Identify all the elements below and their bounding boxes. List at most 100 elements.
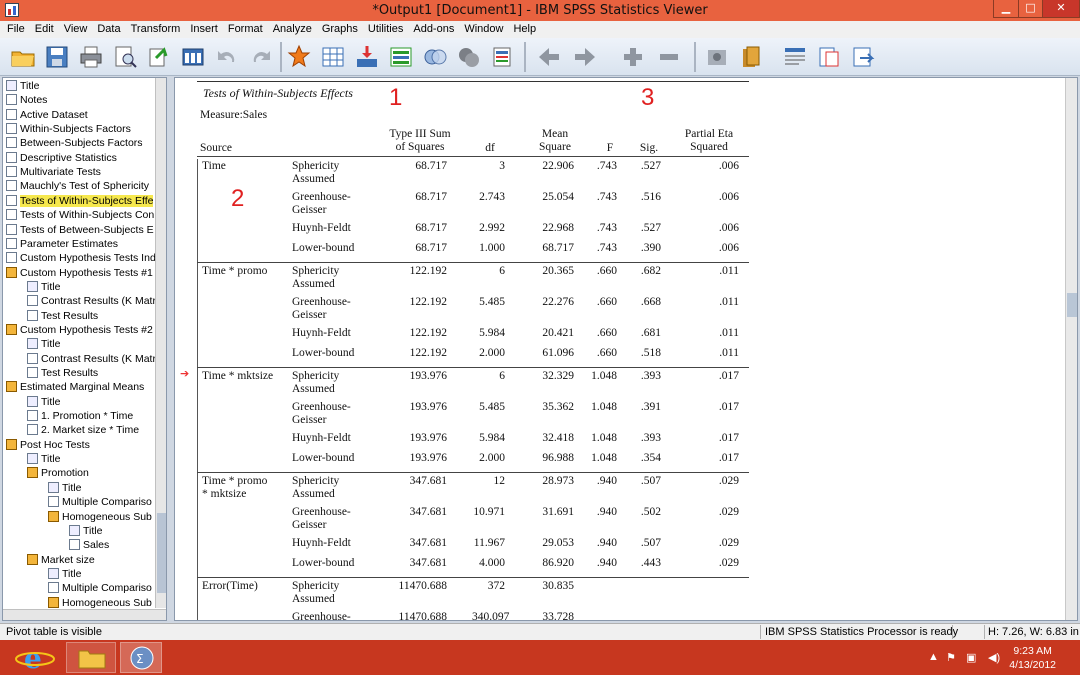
menu-view[interactable]: View xyxy=(61,21,95,38)
variables-icon[interactable] xyxy=(388,44,414,70)
print-preview-icon[interactable] xyxy=(112,44,138,70)
menu-transform[interactable]: Transform xyxy=(128,21,188,38)
outline-item[interactable]: Homogeneous Sub xyxy=(48,596,152,610)
outline-item[interactable]: Custom Hypothesis Tests Ind xyxy=(6,251,156,265)
export-icon[interactable] xyxy=(146,44,172,70)
recall-dialog-icon[interactable] xyxy=(180,44,206,70)
menu-utilities[interactable]: Utilities xyxy=(365,21,410,38)
action-center-flag-icon[interactable]: ⚑ xyxy=(946,651,956,664)
content-scroll-thumb[interactable] xyxy=(1067,293,1077,317)
maximize-button[interactable]: □ xyxy=(1018,0,1043,18)
redo-icon[interactable] xyxy=(248,44,274,70)
menu-data[interactable]: Data xyxy=(94,21,127,38)
outline-item[interactable]: Post Hoc Tests xyxy=(6,438,90,452)
menu-format[interactable]: Format xyxy=(225,21,270,38)
outline-item[interactable]: Test Results xyxy=(27,366,98,380)
save-icon[interactable] xyxy=(44,44,70,70)
hide-icon[interactable] xyxy=(738,44,764,70)
ie-taskbar-button[interactable]: e xyxy=(8,642,60,675)
menu-edit[interactable]: Edit xyxy=(32,21,61,38)
goto-case-icon[interactable] xyxy=(320,44,346,70)
outline-item[interactable]: Active Dataset xyxy=(6,108,88,122)
collapse-icon[interactable] xyxy=(656,44,682,70)
content-pane[interactable]: ➔ Tests of Within-Subjects Effects Measu… xyxy=(174,77,1078,621)
outline-item[interactable]: Tests of Between-Subjects E xyxy=(6,223,154,237)
outline-item[interactable]: Homogeneous Sub xyxy=(48,510,152,524)
insert-title-icon[interactable] xyxy=(816,44,842,70)
content-vertical-scrollbar[interactable] xyxy=(1065,78,1077,620)
forward-icon[interactable] xyxy=(572,44,598,70)
print-icon[interactable] xyxy=(78,44,104,70)
annotation-1: 1 xyxy=(389,84,403,111)
explorer-taskbar-button[interactable] xyxy=(66,642,116,673)
show-all-variables-icon[interactable] xyxy=(456,44,482,70)
network-icon[interactable]: ▣ xyxy=(966,651,976,664)
outline-item[interactable]: Parameter Estimates xyxy=(6,237,118,251)
goto-data-icon[interactable] xyxy=(286,44,312,70)
menu-insert[interactable]: Insert xyxy=(187,21,225,38)
outline-item[interactable]: Within-Subjects Factors xyxy=(6,122,131,136)
show-icon[interactable] xyxy=(704,44,730,70)
value-ms: 35.362 xyxy=(542,401,574,413)
outline-item[interactable]: Title xyxy=(27,337,60,351)
insert-text-icon[interactable] xyxy=(850,44,876,70)
undo-icon[interactable] xyxy=(214,44,240,70)
outline-item[interactable]: Title xyxy=(27,395,60,409)
outline-item[interactable]: Title xyxy=(48,481,81,495)
menu-graphs[interactable]: Graphs xyxy=(319,21,365,38)
outline-item[interactable]: Tests of Within-Subjects Con xyxy=(6,208,154,222)
outline-vertical-scrollbar[interactable] xyxy=(155,78,166,608)
outline-item[interactable]: Title xyxy=(69,524,102,538)
outline-item[interactable]: Between-Subjects Factors xyxy=(6,136,143,150)
menu-file[interactable]: File xyxy=(4,21,32,38)
outline-item[interactable]: Title xyxy=(27,280,60,294)
outline-item[interactable]: Promotion xyxy=(27,466,89,480)
outline-item[interactable]: Multiple Compariso xyxy=(48,495,152,509)
menu-help[interactable]: Help xyxy=(510,21,543,38)
menu-analyze[interactable]: Analyze xyxy=(270,21,319,38)
use-sets-icon[interactable] xyxy=(422,44,448,70)
outline-item[interactable]: Test Results xyxy=(27,309,98,323)
goto-variable-icon[interactable] xyxy=(354,44,380,70)
expand-icon[interactable] xyxy=(620,44,646,70)
pivot-table[interactable]: Tests of Within-Subjects Effects Measure… xyxy=(197,81,749,621)
outline-item[interactable]: Notes xyxy=(6,93,47,107)
outline-item[interactable]: Sales xyxy=(69,538,109,552)
show-hidden-icons-icon[interactable]: ▲ xyxy=(928,651,939,663)
minimize-button[interactable]: ▁ xyxy=(993,0,1019,18)
outline-item[interactable]: Contrast Results (K Matr xyxy=(27,294,156,308)
outline-item[interactable]: Market size xyxy=(27,553,95,567)
page-icon xyxy=(27,309,38,321)
outline-scroll-thumb[interactable] xyxy=(157,513,166,593)
outline-item[interactable]: Custom Hypothesis Tests #1 xyxy=(6,266,153,280)
page-icon xyxy=(6,123,17,135)
outline-item[interactable]: Title xyxy=(6,79,39,93)
outline-item[interactable]: Mauchly's Test of Sphericity xyxy=(6,179,149,193)
outline-item[interactable]: Descriptive Statistics xyxy=(6,151,117,165)
outline-item[interactable]: Tests of Within-Subjects Effe xyxy=(6,194,154,208)
spelling-icon[interactable] xyxy=(490,44,516,70)
back-icon[interactable] xyxy=(536,44,562,70)
outline-item[interactable]: Custom Hypothesis Tests #2 xyxy=(6,323,153,337)
outline-pane[interactable]: Title Notes Active Dataset Within-Subjects … xyxy=(2,77,167,621)
outline-item[interactable]: Estimated Marginal Means xyxy=(6,380,144,394)
menu-add-ons[interactable]: Add-ons xyxy=(410,21,461,38)
outline-horizontal-scrollbar[interactable] xyxy=(3,609,166,620)
spss-taskbar-button[interactable]: Σ xyxy=(120,642,162,673)
insert-heading-icon[interactable] xyxy=(782,44,808,70)
header-eta: Partial Eta Squared xyxy=(684,128,734,153)
outline-item[interactable]: 1. Promotion * Time xyxy=(27,409,133,423)
system-clock[interactable]: 9:23 AM 4/13/2012 xyxy=(1009,644,1056,672)
outline-item[interactable]: Multivariate Tests xyxy=(6,165,101,179)
outline-item[interactable]: Title xyxy=(27,452,60,466)
outline-item[interactable]: Title xyxy=(48,567,81,581)
volume-icon[interactable]: ◀) xyxy=(988,651,1000,664)
outline-item-label: Title xyxy=(83,524,103,537)
close-button[interactable]: ✕ xyxy=(1042,0,1080,18)
method-label: Greenhouse- xyxy=(292,611,351,621)
menu-window[interactable]: Window xyxy=(461,21,510,38)
outline-item[interactable]: 2. Market size * Time xyxy=(27,423,139,437)
outline-item[interactable]: Contrast Results (K Matr xyxy=(27,352,156,366)
outline-item[interactable]: Multiple Compariso xyxy=(48,581,152,595)
open-icon[interactable] xyxy=(10,44,36,70)
